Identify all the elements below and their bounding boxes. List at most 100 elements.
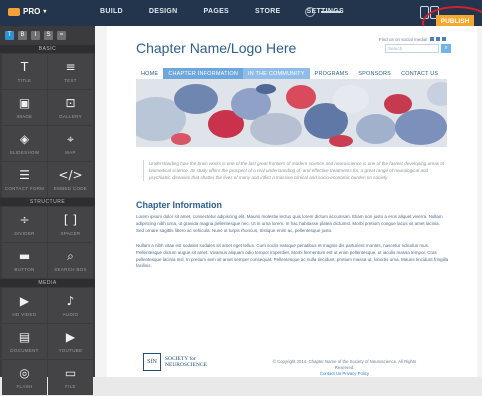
element-search-box[interactable]: ⌕ SEARCH BOX [48, 243, 93, 278]
search-icon[interactable]: ⌕ [441, 44, 451, 53]
nav-pages[interactable]: PAGES [204, 8, 230, 15]
element-file[interactable]: ▭ FILE [48, 360, 93, 395]
footer-links[interactable]: Contact Us Privacy Policy [267, 371, 422, 377]
element-label: IMAGE [16, 113, 33, 119]
element-label: EMBED CODE [53, 185, 88, 191]
element-title[interactable]: T TITLE [2, 54, 47, 89]
search-box-icon: ⌕ [67, 248, 74, 263]
neuron-microscopy-image [136, 79, 447, 147]
text-icon: ≡ [65, 59, 76, 74]
element-gallery[interactable]: ⊡ GALLERY [48, 90, 93, 125]
section-structure: STRUCTURE [0, 198, 95, 206]
element-slideshow[interactable]: ◈ SLIDESHOW [2, 126, 47, 161]
pro-label: PRO [23, 7, 41, 16]
chevron-down-icon: ▾ [43, 9, 47, 15]
contact-form-icon: ☰ [19, 167, 30, 182]
element-youtube[interactable]: ▶ YOUTUBE [48, 324, 93, 359]
element-button[interactable]: ▬ BUTTON [2, 243, 47, 278]
element-label: DOCUMENT [10, 347, 39, 353]
site-search-input[interactable]: Search [385, 44, 439, 53]
element-hd-video[interactable]: ▶ HD VIDEO [2, 288, 47, 323]
social-links: Find us on social media! [379, 37, 447, 42]
element-label: HD VIDEO [12, 311, 37, 317]
progress-line [321, 11, 341, 13]
format-button-i[interactable]: I [31, 31, 40, 40]
title-icon: T [20, 59, 29, 74]
element-label: DIVIDER [14, 230, 35, 236]
format-button-t[interactable]: T [5, 31, 14, 40]
media-grid: ▶ HD VIDEO ♪ AUDIO ▤ DOCUMENT ▶ YOUTUBE ◎ FLA… [0, 287, 95, 396]
section-basic: BASIC [0, 45, 95, 53]
element-document[interactable]: ▤ DOCUMENT [2, 324, 47, 359]
element-flash[interactable]: ◎ FLASH [2, 360, 47, 395]
rss-icon[interactable] [442, 37, 447, 41]
element-contact-form[interactable]: ☰ CONTACT FORM [2, 162, 47, 197]
nav-build[interactable]: BUILD [100, 8, 123, 15]
hero-image[interactable] [136, 79, 447, 147]
element-spacer[interactable]: [ ] SPACER [48, 207, 93, 242]
paragraph-1: Lorem ipsum dolor sit amet, consectetur … [136, 214, 443, 233]
element-label: SEARCH BOX [54, 266, 87, 272]
slideshow-icon: ◈ [19, 131, 30, 146]
basic-grid: T TITLE ≡ TEXT ▣ IMAGE ⊡ GALLERY ◈ SLIDESHOW … [0, 53, 95, 198]
element-label: GALLERY [59, 113, 82, 119]
button-icon: ▬ [18, 248, 31, 263]
social-label: Find us on social media! [379, 37, 428, 42]
page-editor: Chapter Name/Logo Here Find us on social… [95, 26, 482, 377]
toolbar-icons [305, 7, 341, 17]
element-label: TEXT [64, 77, 77, 83]
image-icon: ▣ [18, 95, 31, 110]
top-toolbar: PRO ▾ BUILD DESIGN PAGES STORE SETTINGS [0, 0, 482, 26]
format-button-b[interactable]: B [18, 31, 27, 40]
copyright-text: © Copyright 2014. Chapter Name of the So… [272, 359, 417, 370]
paragraph-2: Nullam a nibh vitae est sodales sodales … [136, 243, 449, 269]
footer-logo: SfN SOCIETY for NEUROSCIENCE [143, 353, 207, 371]
element-label: AUDIO [62, 311, 79, 317]
structure-grid: ÷ DIVIDER [ ] SPACER ▬ BUTTON ⌕ SEARCH BOX [0, 206, 95, 279]
element-embed-code[interactable]: </> EMBED CODE [48, 162, 93, 197]
twitter-icon[interactable] [436, 37, 441, 41]
map-icon: ⌖ [67, 131, 74, 146]
element-label: MAP [65, 149, 76, 155]
element-label: SPACER [60, 230, 81, 236]
spacer-icon: [ ] [63, 212, 78, 227]
element-label: BUTTON [14, 266, 35, 272]
element-text[interactable]: ≡ TEXT [48, 54, 93, 89]
element-label: YOUTUBE [58, 347, 83, 353]
section-heading: Chapter Information [136, 200, 223, 210]
help-icon[interactable] [305, 7, 315, 17]
element-divider[interactable]: ÷ DIVIDER [2, 207, 47, 242]
nav-design[interactable]: DESIGN [149, 8, 178, 15]
sfn-logo-mark: SfN [143, 353, 161, 371]
element-image[interactable]: ▣ IMAGE [2, 90, 47, 125]
pro-menu[interactable]: PRO ▾ [8, 7, 46, 16]
element-label: TITLE [17, 77, 32, 83]
logo-line-2: NEUROSCIENCE [165, 362, 207, 368]
element-label: FLASH [16, 383, 33, 389]
facebook-icon[interactable] [429, 37, 434, 41]
format-toolbar: T B I S = [0, 26, 95, 45]
divider-icon: ÷ [19, 212, 30, 227]
element-audio[interactable]: ♪ AUDIO [48, 288, 93, 323]
element-map[interactable]: ⌖ MAP [48, 126, 93, 161]
element-label: FILE [65, 383, 76, 389]
audio-icon: ♪ [66, 293, 75, 308]
element-sidebar: T B I S = BASIC T TITLE ≡ TEXT ▣ IMAGE ⊡ GAL… [0, 26, 95, 395]
hd-video-icon: ▶ [19, 293, 30, 308]
intro-quote: Understanding how the brain works is one… [143, 160, 449, 181]
document-icon: ▤ [18, 329, 31, 344]
site-title[interactable]: Chapter Name/Logo Here [136, 40, 296, 56]
crown-icon [8, 7, 20, 16]
embed-code-icon: </> [58, 167, 83, 182]
section-media: MEDIA [0, 279, 95, 287]
youtube-icon: ▶ [65, 329, 76, 344]
footer-copyright: © Copyright 2014. Chapter Name of the So… [267, 359, 422, 377]
element-label: CONTACT FORM [4, 185, 45, 191]
nav-store[interactable]: STORE [255, 8, 281, 15]
sfn-logo-text: SOCIETY for NEUROSCIENCE [165, 356, 207, 368]
format-button-s[interactable]: S [44, 31, 53, 40]
site-canvas: Chapter Name/Logo Here Find us on social… [107, 26, 477, 377]
gallery-icon: ⊡ [65, 95, 76, 110]
format-button-list[interactable]: = [57, 31, 66, 40]
element-label: SLIDESHOW [9, 149, 40, 155]
